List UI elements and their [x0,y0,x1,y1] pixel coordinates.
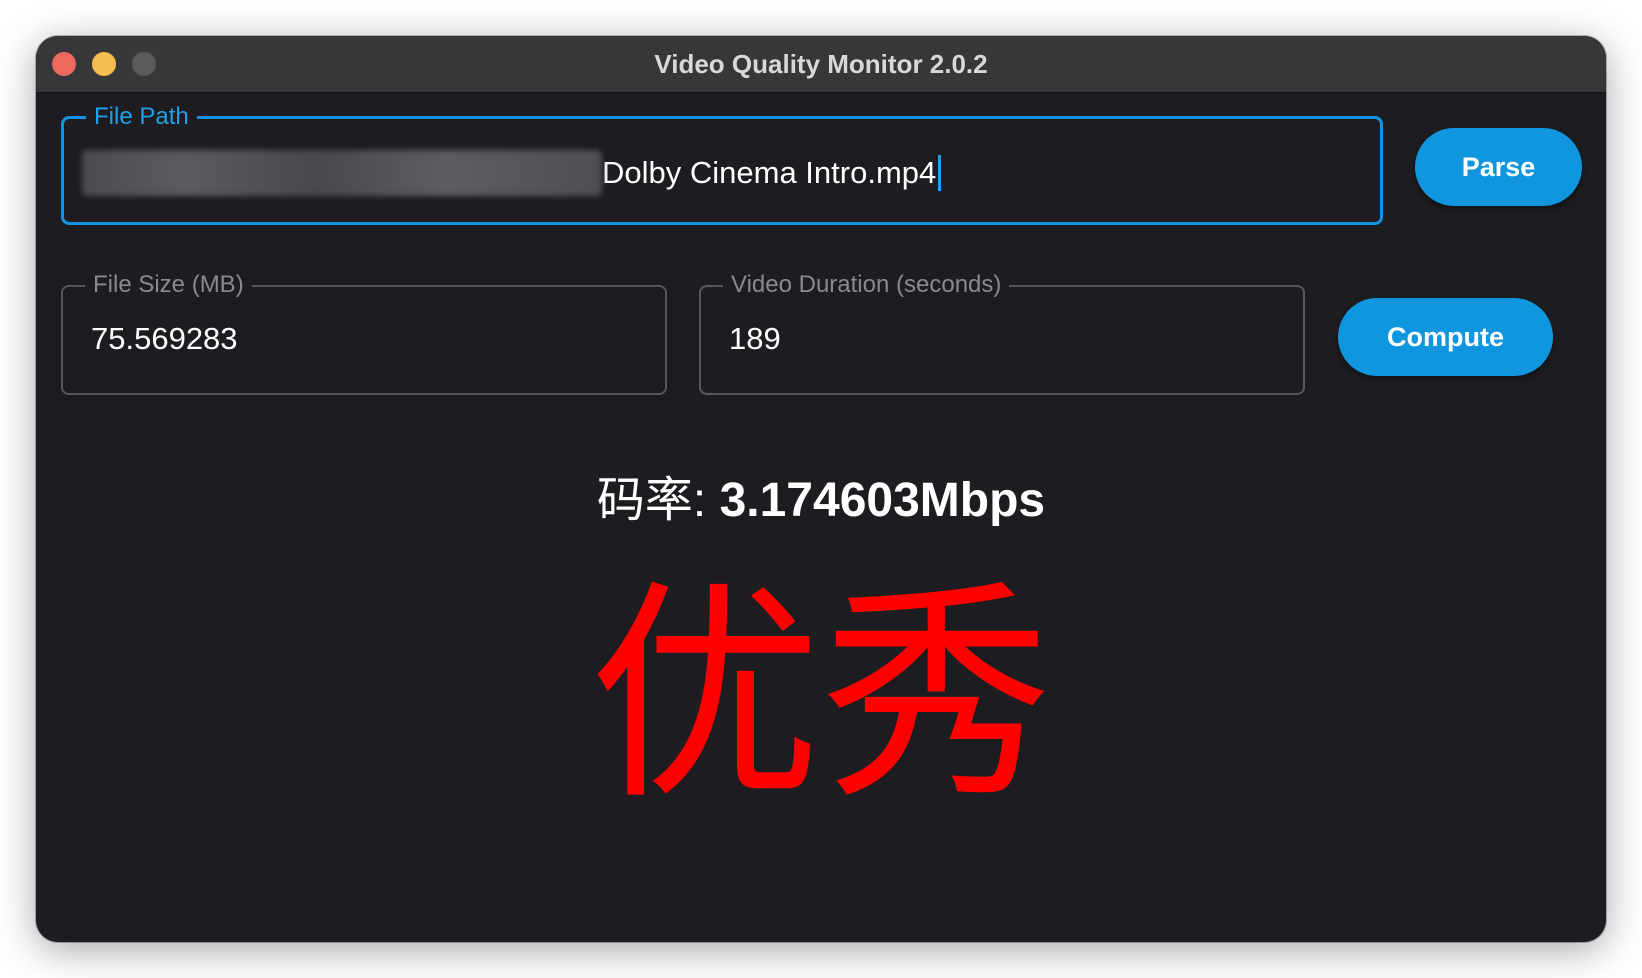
video-duration-field[interactable]: Video Duration (seconds) 189 [699,270,1305,395]
title-bar: Video Quality Monitor 2.0.2 [36,36,1606,93]
file-size-field[interactable]: File Size (MB) 75.569283 [61,270,667,395]
file-path-value: Dolby Cinema Intro.mp4 [602,155,937,190]
bitrate-label: 码率: [596,474,720,527]
quality-rating: 优秀 [588,561,1053,831]
bitrate-value: 3.174603Mbps [719,474,1046,527]
file-size-input[interactable]: 75.569283 [91,321,238,357]
file-path-field[interactable]: File Path Dolby Cinema Intro.mp4 [61,102,1383,225]
window-title: Video Quality Monitor 2.0.2 [654,49,988,79]
video-duration-label: Video Duration (seconds) [723,270,1010,300]
app-window: Video Quality Monitor 2.0.2 File Path Do… [36,36,1606,942]
parse-button[interactable]: Parse [1415,128,1582,206]
compute-button[interactable]: Compute [1338,298,1553,376]
text-caret [938,155,942,191]
bitrate-result: 码率: 3.174603Mbps [36,460,1606,530]
redacted-path-prefix [82,150,602,196]
file-path-label: File Path [86,102,197,132]
file-size-label: File Size (MB) [85,270,252,300]
file-path-input[interactable]: Dolby Cinema Intro.mp4 [82,149,942,197]
video-duration-input[interactable]: 189 [729,321,781,357]
